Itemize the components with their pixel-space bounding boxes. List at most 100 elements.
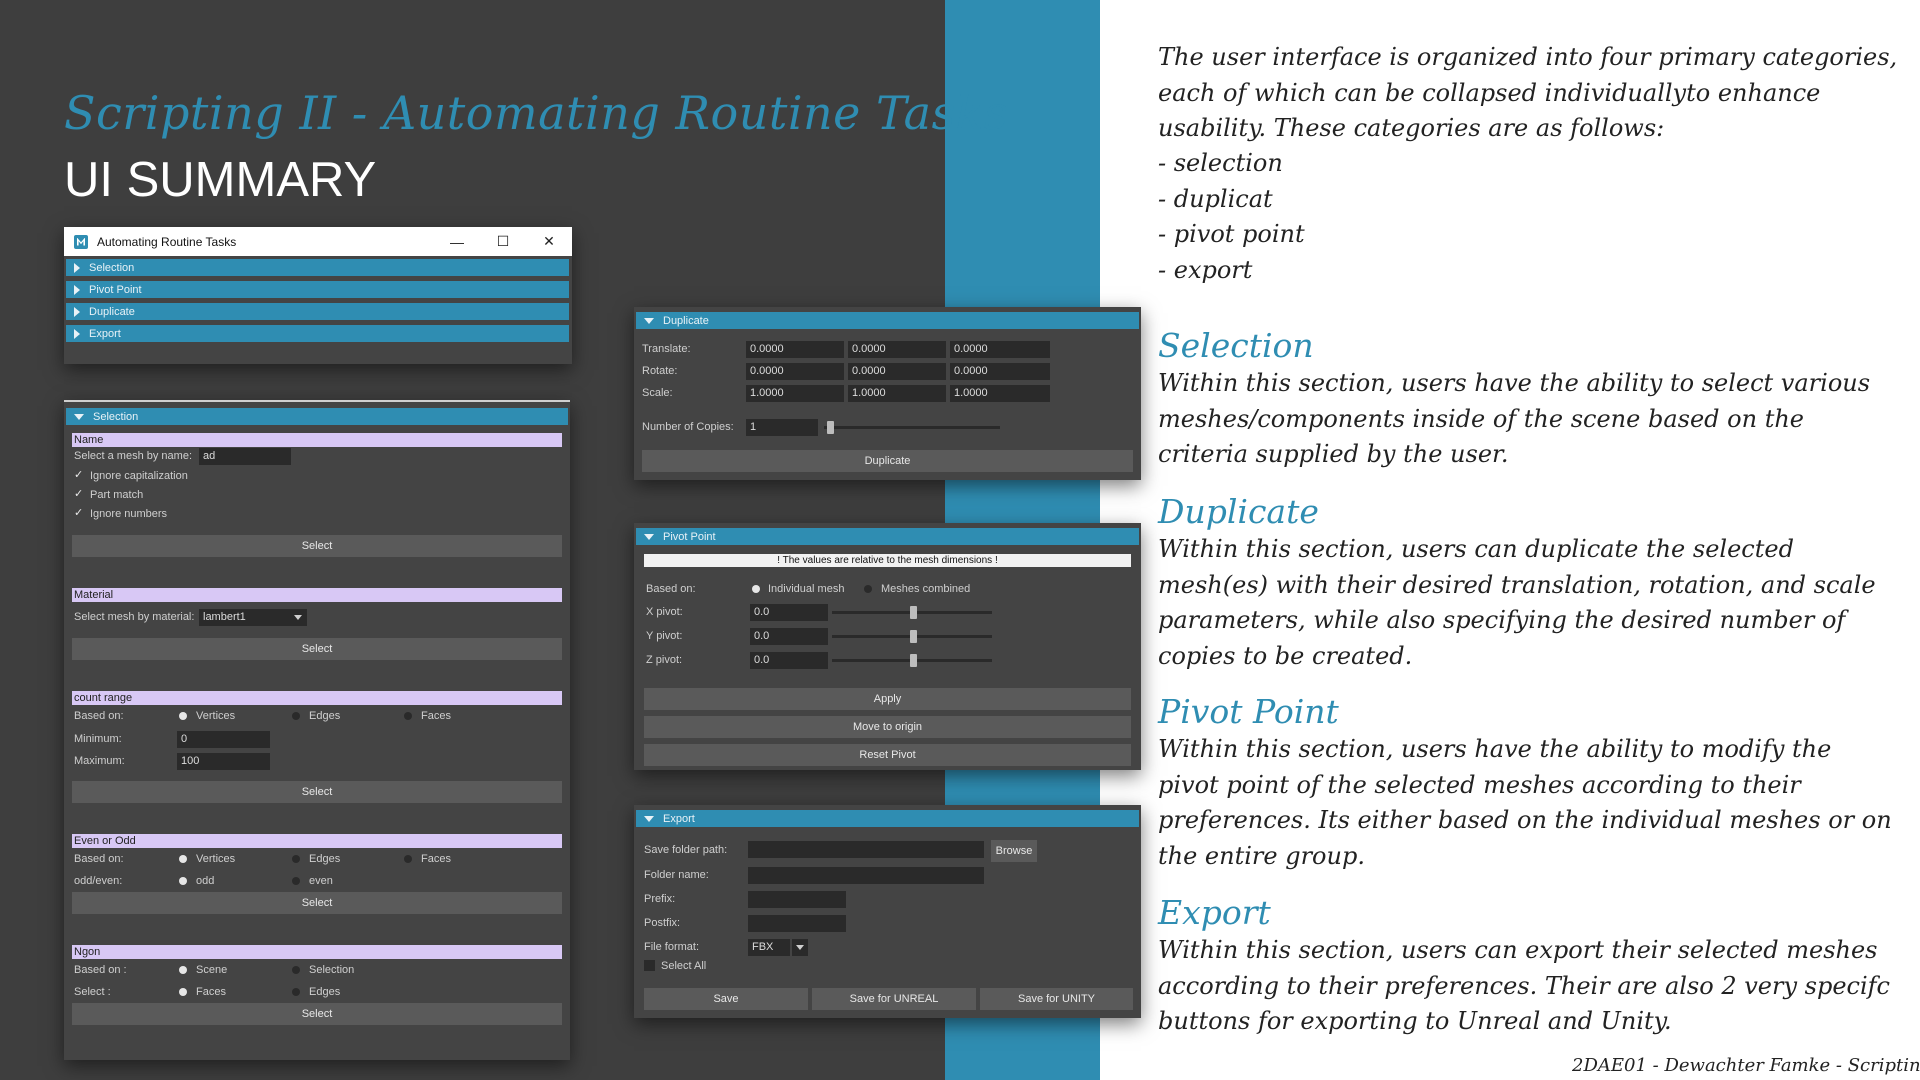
scale-y-input[interactable]: 1.0000 (848, 385, 946, 402)
radio-label: Individual mesh (768, 583, 845, 595)
window-title: Automating Routine Tasks (97, 234, 237, 249)
name-select-button[interactable]: Select (72, 535, 562, 557)
postfix-input[interactable] (748, 915, 846, 932)
minimum-input[interactable]: 0 (177, 731, 270, 748)
maximum-input[interactable]: 100 (177, 753, 270, 770)
maximize-icon[interactable]: ☐ (480, 227, 526, 256)
radio-faces[interactable] (404, 855, 412, 863)
save-button[interactable]: Save (644, 988, 808, 1010)
x-pivot-slider-handle[interactable] (910, 606, 917, 619)
expand-arrow-icon (74, 284, 80, 295)
radio-label: Vertices (196, 710, 236, 722)
radio-vertices[interactable] (179, 712, 187, 720)
export-header[interactable]: Export (636, 810, 1139, 827)
rotate-z-input[interactable]: 0.0000 (950, 363, 1050, 380)
radio-scene[interactable] (179, 966, 187, 974)
material-section-bar: Material (72, 588, 562, 602)
radio-vertices[interactable] (179, 855, 187, 863)
browse-button[interactable]: Browse (991, 840, 1037, 862)
apply-button[interactable]: Apply (644, 688, 1131, 710)
save-folder-label: Save folder path: (644, 844, 728, 856)
radio-label: Edges (309, 986, 341, 998)
copies-slider-track[interactable] (824, 426, 1000, 429)
based-on-label: Based on: (74, 710, 124, 722)
reset-pivot-button[interactable]: Reset Pivot (644, 744, 1131, 766)
based-on-label: Based on : (74, 964, 127, 976)
save-for-unreal-button[interactable]: Save for UNREAL (812, 988, 976, 1010)
minimize-icon[interactable]: — (434, 227, 480, 256)
radio-faces[interactable] (404, 712, 412, 720)
z-pivot-slider-handle[interactable] (910, 654, 917, 667)
radio-odd[interactable] (179, 877, 187, 885)
file-format-label: File format: (644, 941, 700, 953)
radio-label: Faces (421, 853, 451, 865)
material-select-button[interactable]: Select (72, 638, 562, 660)
checkbox-ignore-numbers[interactable]: ✓ (74, 508, 85, 519)
radio-label: Faces (421, 710, 451, 722)
copies-slider-handle[interactable] (827, 421, 834, 434)
collapse-arrow-icon (644, 533, 654, 540)
radio-even[interactable] (292, 877, 300, 885)
move-to-origin-button[interactable]: Move to origin (644, 716, 1131, 738)
frame-export[interactable]: Export (66, 325, 569, 342)
save-folder-input[interactable] (748, 841, 984, 858)
copies-input[interactable]: 1 (746, 419, 818, 436)
category-item: - pivot point (1158, 220, 1305, 248)
odd-even-label: odd/even: (74, 875, 123, 887)
close-icon[interactable]: ✕ (526, 227, 572, 256)
file-format-dropdown[interactable]: FBX (748, 939, 790, 956)
file-format-dropdown-button[interactable] (792, 939, 808, 956)
radio-meshes-combined[interactable] (864, 585, 872, 593)
based-on-label: Based on: (74, 853, 124, 865)
prefix-input[interactable] (748, 891, 846, 908)
folder-name-input[interactable] (748, 867, 984, 884)
pivot-point-header[interactable]: Pivot Point (636, 528, 1139, 545)
copies-label: Number of Copies: (642, 421, 734, 433)
maya-app-icon (74, 234, 88, 249)
category-item: - selection (1158, 149, 1283, 177)
select-label: Select : (74, 986, 111, 998)
duplicate-button[interactable]: Duplicate (642, 450, 1133, 472)
category-item: - export (1158, 255, 1253, 284)
expand-arrow-icon (74, 262, 80, 273)
z-pivot-input[interactable]: 0.0 (750, 652, 828, 669)
rotate-y-input[interactable]: 0.0000 (848, 363, 946, 380)
category-list: - selection - duplicat - pivot point - e… (1158, 146, 1305, 288)
frame-selection[interactable]: Selection (66, 259, 569, 276)
select-all-checkbox[interactable] (644, 960, 655, 971)
radio-edges[interactable] (292, 855, 300, 863)
y-pivot-label: Y pivot: (646, 630, 683, 642)
duplicate-header[interactable]: Duplicate (636, 312, 1139, 329)
even-odd-select-button[interactable]: Select (72, 892, 562, 914)
checkbox-ignore-capitalization[interactable]: ✓ (74, 470, 85, 481)
scale-z-input[interactable]: 1.0000 (950, 385, 1050, 402)
prefix-label: Prefix: (644, 893, 676, 905)
radio-edges[interactable] (292, 988, 300, 996)
material-dropdown-button[interactable] (289, 609, 307, 626)
radio-individual-mesh[interactable] (752, 585, 760, 593)
radio-faces[interactable] (179, 988, 187, 996)
selection-header[interactable]: Selection (66, 408, 568, 425)
checkbox-part-match[interactable]: ✓ (74, 489, 85, 500)
translate-z-input[interactable]: 0.0000 (950, 341, 1050, 358)
frame-pivot-point[interactable]: Pivot Point (66, 281, 569, 298)
radio-edges[interactable] (292, 712, 300, 720)
translate-y-input[interactable]: 0.0000 (848, 341, 946, 358)
ngon-section-bar: Ngon (72, 945, 562, 959)
save-for-unity-button[interactable]: Save for UNITY (980, 988, 1133, 1010)
material-dropdown[interactable]: lambert1 (199, 609, 289, 626)
select-all-label: Select All (661, 960, 707, 972)
name-input[interactable]: ad (199, 448, 291, 465)
frame-duplicate[interactable]: Duplicate (66, 303, 569, 320)
count-range-select-button[interactable]: Select (72, 781, 562, 803)
z-pivot-label: Z pivot: (646, 654, 683, 666)
scale-x-input[interactable]: 1.0000 (746, 385, 844, 402)
rotate-x-input[interactable]: 0.0000 (746, 363, 844, 380)
y-pivot-slider-handle[interactable] (910, 630, 917, 643)
radio-selection[interactable] (292, 966, 300, 974)
collapse-arrow-icon (644, 317, 654, 324)
ngon-select-button[interactable]: Select (72, 1003, 562, 1025)
translate-x-input[interactable]: 0.0000 (746, 341, 844, 358)
x-pivot-input[interactable]: 0.0 (750, 604, 828, 621)
y-pivot-input[interactable]: 0.0 (750, 628, 828, 645)
